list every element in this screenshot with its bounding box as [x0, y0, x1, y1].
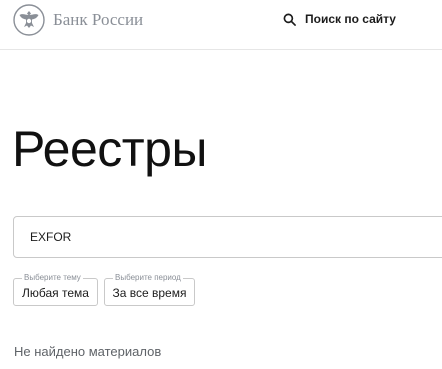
eagle-emblem-icon: [13, 4, 45, 36]
period-filter-legend: Выберите период: [113, 273, 183, 283]
page-title: Реестры: [12, 121, 207, 177]
registry-search-input[interactable]: [13, 216, 442, 258]
topic-filter-value: Любая тема: [22, 286, 89, 300]
topic-filter-legend: Выберите тему: [22, 273, 83, 283]
period-filter-select[interactable]: Выберите период За все время: [104, 273, 195, 306]
site-header: Банк России Поиск по сайту: [0, 0, 442, 50]
site-search-link[interactable]: Поиск по сайту: [283, 12, 396, 26]
site-search-label: Поиск по сайту: [305, 12, 396, 26]
empty-results-message: Не найдено материалов: [14, 344, 162, 359]
period-filter-value: За все время: [112, 286, 187, 300]
search-icon: [283, 13, 296, 26]
logo-text: Банк России: [53, 10, 144, 29]
topic-filter-select[interactable]: Выберите тему Любая тема: [13, 273, 98, 306]
logo[interactable]: Банк России: [13, 4, 143, 36]
